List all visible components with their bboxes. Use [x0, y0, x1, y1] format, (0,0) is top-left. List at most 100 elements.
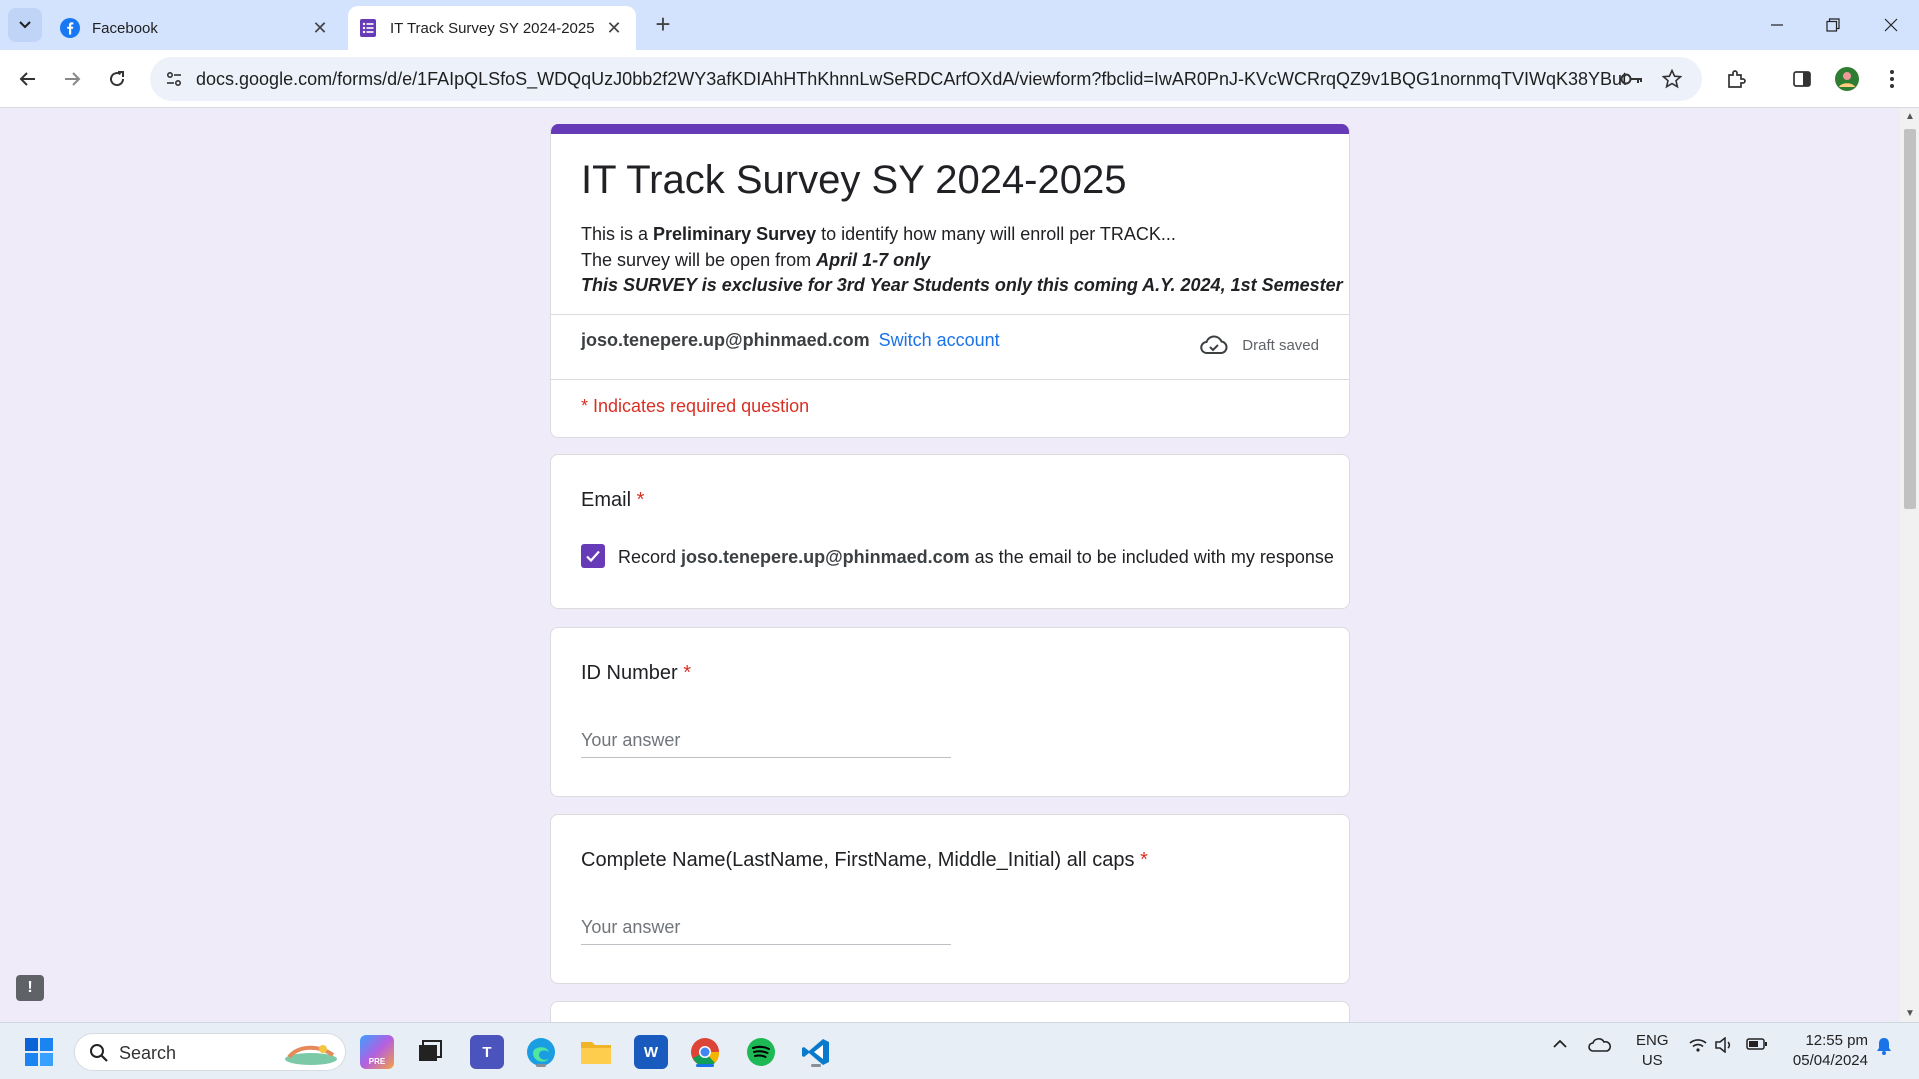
word-icon[interactable]: W [634, 1035, 668, 1069]
question-title: Complete Name(LastName, FirstName, Middl… [581, 849, 1148, 872]
spotify-icon[interactable] [744, 1035, 778, 1069]
profile-avatar[interactable] [1831, 63, 1863, 95]
volume-icon[interactable] [1714, 1036, 1734, 1058]
tab-search-button[interactable] [8, 8, 42, 42]
form-accent-bar [551, 124, 1349, 134]
clock-time: 12:55 pm [1805, 1032, 1868, 1049]
form-description: This is a Preliminary Survey to identify… [581, 222, 1343, 299]
divider [551, 314, 1349, 315]
site-info-icon[interactable] [162, 67, 186, 91]
question-card-complete-name: Complete Name(LastName, FirstName, Middl… [550, 814, 1350, 984]
required-star: * [1140, 849, 1148, 871]
record-text: Record [618, 547, 677, 567]
address-bar[interactable]: docs.google.com/forms/d/e/1FAIpQLSfoS_WD… [150, 57, 1702, 101]
language-code: ENG [1636, 1032, 1669, 1049]
desc-bold: Preliminary Survey [653, 224, 817, 244]
wifi-icon[interactable] [1688, 1037, 1708, 1058]
onedrive-icon[interactable] [1588, 1037, 1612, 1058]
tab-survey[interactable]: IT Track Survey SY 2024-2025 ✕ [348, 6, 636, 50]
system-clock[interactable]: 12:55 pm 05/04/2024 [1786, 1031, 1868, 1071]
question-title-text: ID Number [581, 662, 678, 684]
extensions-icon[interactable] [1720, 63, 1752, 95]
running-indicator [811, 1064, 821, 1067]
record-email-checkbox[interactable] [581, 544, 605, 568]
restore-icon[interactable] [1818, 10, 1848, 40]
clock-date: 05/04/2024 [1792, 1052, 1868, 1069]
desc-bold-italic: April 1-7 only [816, 249, 931, 270]
language-indicator[interactable]: ENG US [1636, 1031, 1669, 1071]
battery-icon[interactable] [1746, 1037, 1768, 1056]
record-email-address: joso.tenepere.up@phinmaed.com [681, 547, 970, 567]
scroll-up-icon[interactable]: ▲ [1904, 111, 1916, 123]
required-star: * [683, 662, 692, 684]
question-card-next [550, 1001, 1350, 1022]
minimize-icon[interactable] [1762, 10, 1792, 40]
desc-text: The survey will be open from [581, 249, 817, 270]
copilot-icon[interactable]: PRE [360, 1035, 394, 1069]
desc-bold-italic: This SURVEY is exclusive for 3rd Year St… [581, 275, 1343, 295]
complete-name-input[interactable]: Your answer [581, 917, 951, 945]
vscode-icon[interactable] [799, 1035, 833, 1069]
question-title: ID Number * [581, 662, 691, 685]
record-email-label: Record joso.tenepere.up@phinmaed.com as … [618, 547, 1334, 568]
close-tab-icon[interactable]: ✕ [308, 16, 332, 40]
side-panel-icon[interactable] [1786, 63, 1818, 95]
task-view-icon[interactable] [413, 1035, 447, 1069]
question-card-email: Email * Record joso.tenepere.up@phinmaed… [550, 454, 1350, 609]
feedback-icon[interactable]: ! [16, 975, 44, 1001]
chrome-icon[interactable] [688, 1035, 722, 1069]
draft-status-text: Draft saved [1242, 336, 1319, 354]
desc-text: This is a [581, 224, 654, 244]
tab-title: Facebook [92, 19, 158, 37]
copilot-pre-badge: PRE [368, 1056, 386, 1066]
account-row: joso.tenepere.up@phinmaed.com Switch acc… [581, 330, 1000, 351]
search-highlight-icon [285, 1045, 337, 1065]
new-tab-button[interactable]: + [650, 11, 676, 38]
forward-arrow-icon[interactable] [56, 63, 88, 95]
teams-icon[interactable]: T [470, 1035, 504, 1069]
scroll-down-icon[interactable]: ▼ [1904, 1008, 1916, 1020]
account-email: joso.tenepere.up@phinmaed.com [581, 330, 870, 350]
chevron-down-icon [19, 21, 31, 29]
close-tab-icon[interactable]: ✕ [602, 16, 626, 40]
divider [551, 379, 1349, 380]
id-number-input[interactable]: Your answer [581, 730, 951, 758]
form-header-card: IT Track Survey SY 2024-2025 This is a P… [550, 124, 1350, 438]
question-title: Email * [581, 489, 644, 512]
page-scrollbar[interactable]: ▲ ▼ [1900, 109, 1919, 1022]
taskbar-search-label: Search [119, 1043, 177, 1063]
tab-title: IT Track Survey SY 2024-2025 [390, 19, 595, 37]
browser-toolbar: docs.google.com/forms/d/e/1FAIpQLSfoS_WD… [0, 50, 1919, 108]
tab-facebook[interactable]: Facebook ✕ [50, 6, 342, 50]
google-forms-icon [360, 19, 376, 37]
key-icon[interactable] [1620, 67, 1644, 91]
desc-text: to identify how many will enroll per TRA… [816, 224, 1176, 244]
facebook-icon [60, 18, 80, 38]
cloud-done-icon [1200, 335, 1228, 354]
taskbar-search[interactable]: Search [74, 1033, 346, 1071]
question-title-text: Complete Name(LastName, FirstName, Middl… [581, 849, 1135, 871]
more-menu-icon[interactable] [1876, 63, 1908, 95]
scroll-thumb[interactable] [1904, 129, 1916, 509]
page-viewport: IT Track Survey SY 2024-2025 This is a P… [0, 109, 1900, 1022]
close-window-icon[interactable] [1876, 10, 1906, 40]
draft-status: Draft saved [1200, 334, 1319, 356]
url-text: docs.google.com/forms/d/e/1FAIpQLSfoS_WD… [196, 69, 1626, 89]
record-text: as the email to be included with my resp… [974, 547, 1334, 567]
tab-strip: Facebook ✕ IT Track Survey SY 2024-2025 … [0, 0, 1919, 50]
search-icon [90, 1044, 108, 1062]
checkmark-icon [586, 550, 600, 563]
question-card-id-number: ID Number * Your answer [550, 627, 1350, 797]
file-explorer-icon[interactable] [579, 1035, 613, 1069]
running-indicator [536, 1064, 546, 1067]
reload-icon[interactable] [101, 63, 133, 95]
edge-icon[interactable] [524, 1035, 558, 1069]
bookmark-star-icon[interactable] [1660, 67, 1684, 91]
windows-taskbar: Search PRE T W ENG US 12:55 pm 05/04/202… [0, 1022, 1919, 1079]
windows-start-icon[interactable] [22, 1035, 56, 1069]
back-arrow-icon[interactable] [12, 63, 44, 95]
tray-overflow-icon[interactable] [1552, 1037, 1568, 1055]
notification-bell-icon[interactable] [1876, 1037, 1892, 1060]
question-title-text: Email [581, 489, 632, 511]
switch-account-link[interactable]: Switch account [879, 330, 1000, 350]
